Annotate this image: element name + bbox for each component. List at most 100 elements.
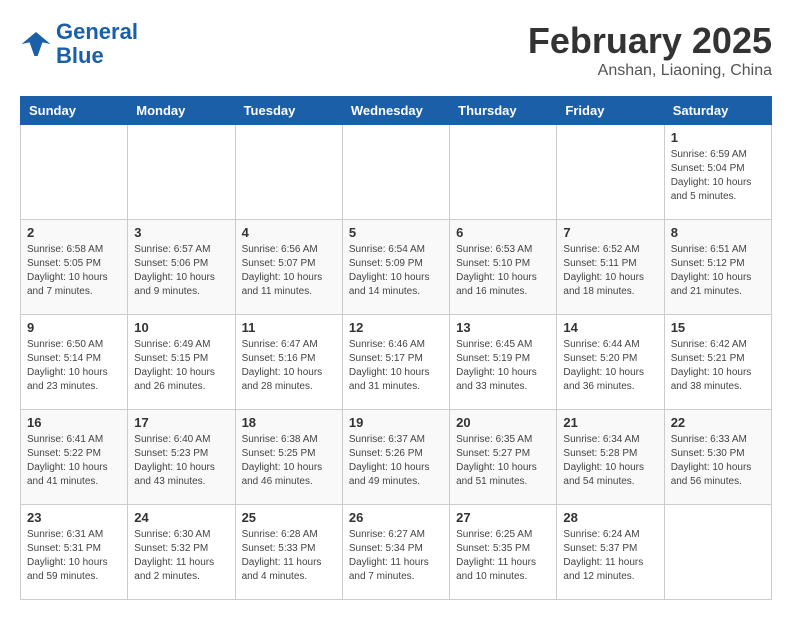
day-number: 25 [242, 510, 336, 525]
calendar-day-cell: 25 Sunrise: 6:28 AM Sunset: 5:33 PM Dayli… [235, 505, 342, 600]
calendar-day-cell: 7 Sunrise: 6:52 AM Sunset: 5:11 PM Daylig… [557, 220, 664, 315]
day-number: 20 [456, 415, 550, 430]
calendar-day-cell: 19 Sunrise: 6:37 AM Sunset: 5:26 PM Dayli… [342, 410, 449, 505]
calendar-day-cell: 22 Sunrise: 6:33 AM Sunset: 5:30 PM Dayli… [664, 410, 771, 505]
day-number: 27 [456, 510, 550, 525]
calendar-day-cell: 20 Sunrise: 6:35 AM Sunset: 5:27 PM Dayli… [450, 410, 557, 505]
day-info: Sunrise: 6:28 AM Sunset: 5:33 PM Dayligh… [242, 528, 336, 584]
day-number: 14 [563, 320, 657, 335]
day-number: 21 [563, 415, 657, 430]
calendar-table: SundayMondayTuesdayWednesdayThursdayFrid… [20, 96, 772, 600]
day-info: Sunrise: 6:42 AM Sunset: 5:21 PM Dayligh… [671, 338, 765, 394]
day-number: 3 [134, 225, 228, 240]
day-number: 1 [671, 130, 765, 145]
logo-general: General [56, 19, 138, 44]
weekday-header: Wednesday [342, 97, 449, 125]
day-number: 9 [27, 320, 121, 335]
calendar-day-cell [664, 505, 771, 600]
day-info: Sunrise: 6:35 AM Sunset: 5:27 PM Dayligh… [456, 433, 550, 489]
calendar-day-cell: 13 Sunrise: 6:45 AM Sunset: 5:19 PM Dayli… [450, 315, 557, 410]
day-info: Sunrise: 6:49 AM Sunset: 5:15 PM Dayligh… [134, 338, 228, 394]
day-number: 22 [671, 415, 765, 430]
day-info: Sunrise: 6:34 AM Sunset: 5:28 PM Dayligh… [563, 433, 657, 489]
calendar-week-row: 2 Sunrise: 6:58 AM Sunset: 5:05 PM Daylig… [21, 220, 772, 315]
calendar-day-cell: 24Sunrise: 6:30 AM Sunset: 5:32 PM Dayli… [128, 505, 235, 600]
calendar-day-cell [128, 125, 235, 220]
calendar-day-cell: 5 Sunrise: 6:54 AM Sunset: 5:09 PM Daylig… [342, 220, 449, 315]
calendar-subtitle: Anshan, Liaoning, China [528, 62, 772, 80]
weekday-header: Sunday [21, 97, 128, 125]
weekday-header: Thursday [450, 97, 557, 125]
logo: General Blue [20, 20, 138, 68]
day-info: Sunrise: 6:54 AM Sunset: 5:09 PM Dayligh… [349, 243, 443, 299]
day-number: 19 [349, 415, 443, 430]
day-number: 18 [242, 415, 336, 430]
calendar-day-cell: 18 Sunrise: 6:38 AM Sunset: 5:25 PM Dayli… [235, 410, 342, 505]
calendar-day-cell: 3 Sunrise: 6:57 AM Sunset: 5:06 PM Daylig… [128, 220, 235, 315]
day-info: Sunrise: 6:41 AM Sunset: 5:22 PM Dayligh… [27, 433, 121, 489]
calendar-day-cell: 21 Sunrise: 6:34 AM Sunset: 5:28 PM Dayli… [557, 410, 664, 505]
weekday-header: Monday [128, 97, 235, 125]
day-info: Sunrise: 6:31 AM Sunset: 5:31 PM Dayligh… [27, 528, 121, 584]
day-number: 26 [349, 510, 443, 525]
day-number: 7 [563, 225, 657, 240]
day-info: Sunrise: 6:53 AM Sunset: 5:10 PM Dayligh… [456, 243, 550, 299]
day-number: 6 [456, 225, 550, 240]
day-number: 11 [242, 320, 336, 335]
day-number: 17 [134, 415, 228, 430]
calendar-week-row: 1 Sunrise: 6:59 AM Sunset: 5:04 PM Daylig… [21, 125, 772, 220]
day-info: Sunrise: 6:59 AM Sunset: 5:04 PM Dayligh… [671, 148, 765, 204]
day-number: 23 [27, 510, 121, 525]
title-area: February 2025 Anshan, Liaoning, China [528, 20, 772, 80]
day-info: Sunrise: 6:37 AM Sunset: 5:26 PM Dayligh… [349, 433, 443, 489]
logo-blue: Blue [56, 43, 104, 68]
day-number: 16 [27, 415, 121, 430]
calendar-day-cell: 9 Sunrise: 6:50 AM Sunset: 5:14 PM Daylig… [21, 315, 128, 410]
calendar-day-cell: 26 Sunrise: 6:27 AM Sunset: 5:34 PM Dayli… [342, 505, 449, 600]
calendar-week-row: 23 Sunrise: 6:31 AM Sunset: 5:31 PM Dayli… [21, 505, 772, 600]
calendar-day-cell: 2 Sunrise: 6:58 AM Sunset: 5:05 PM Daylig… [21, 220, 128, 315]
calendar-week-row: 9 Sunrise: 6:50 AM Sunset: 5:14 PM Daylig… [21, 315, 772, 410]
day-info: Sunrise: 6:25 AM Sunset: 5:35 PM Dayligh… [456, 528, 550, 584]
day-info: Sunrise: 6:47 AM Sunset: 5:16 PM Dayligh… [242, 338, 336, 394]
day-info: Sunrise: 6:57 AM Sunset: 5:06 PM Dayligh… [134, 243, 228, 299]
calendar-week-row: 16 Sunrise: 6:41 AM Sunset: 5:22 PM Dayli… [21, 410, 772, 505]
logo-bird-icon [20, 28, 52, 60]
day-info: Sunrise: 6:56 AM Sunset: 5:07 PM Dayligh… [242, 243, 336, 299]
calendar-day-cell: 12Sunrise: 6:46 AM Sunset: 5:17 PM Dayli… [342, 315, 449, 410]
calendar-day-cell [342, 125, 449, 220]
calendar-day-cell: 8Sunrise: 6:51 AM Sunset: 5:12 PM Daylig… [664, 220, 771, 315]
day-number: 4 [242, 225, 336, 240]
day-info: Sunrise: 6:30 AM Sunset: 5:32 PM Dayligh… [134, 528, 228, 584]
calendar-day-cell: 11 Sunrise: 6:47 AM Sunset: 5:16 PM Dayli… [235, 315, 342, 410]
day-info: Sunrise: 6:33 AM Sunset: 5:30 PM Dayligh… [671, 433, 765, 489]
day-info: Sunrise: 6:40 AM Sunset: 5:23 PM Dayligh… [134, 433, 228, 489]
calendar-day-cell: 15 Sunrise: 6:42 AM Sunset: 5:21 PM Dayli… [664, 315, 771, 410]
day-info: Sunrise: 6:44 AM Sunset: 5:20 PM Dayligh… [563, 338, 657, 394]
calendar-day-cell: 1 Sunrise: 6:59 AM Sunset: 5:04 PM Daylig… [664, 125, 771, 220]
day-info: Sunrise: 6:27 AM Sunset: 5:34 PM Dayligh… [349, 528, 443, 584]
day-info: Sunrise: 6:38 AM Sunset: 5:25 PM Dayligh… [242, 433, 336, 489]
calendar-day-cell: 14 Sunrise: 6:44 AM Sunset: 5:20 PM Dayli… [557, 315, 664, 410]
day-info: Sunrise: 6:52 AM Sunset: 5:11 PM Dayligh… [563, 243, 657, 299]
calendar-day-cell: 16 Sunrise: 6:41 AM Sunset: 5:22 PM Dayli… [21, 410, 128, 505]
day-number: 13 [456, 320, 550, 335]
calendar-day-cell [235, 125, 342, 220]
calendar-day-cell: 17 Sunrise: 6:40 AM Sunset: 5:23 PM Dayli… [128, 410, 235, 505]
day-number: 2 [27, 225, 121, 240]
calendar-day-cell: 10Sunrise: 6:49 AM Sunset: 5:15 PM Dayli… [128, 315, 235, 410]
day-info: Sunrise: 6:45 AM Sunset: 5:19 PM Dayligh… [456, 338, 550, 394]
calendar-day-cell: 28Sunrise: 6:24 AM Sunset: 5:37 PM Dayli… [557, 505, 664, 600]
day-info: Sunrise: 6:50 AM Sunset: 5:14 PM Dayligh… [27, 338, 121, 394]
header: General Blue February 2025 Anshan, Liaon… [20, 20, 772, 80]
calendar-day-cell: 23 Sunrise: 6:31 AM Sunset: 5:31 PM Dayli… [21, 505, 128, 600]
day-number: 5 [349, 225, 443, 240]
day-info: Sunrise: 6:58 AM Sunset: 5:05 PM Dayligh… [27, 243, 121, 299]
calendar-day-cell [450, 125, 557, 220]
day-info: Sunrise: 6:24 AM Sunset: 5:37 PM Dayligh… [563, 528, 657, 584]
calendar-day-cell: 27 Sunrise: 6:25 AM Sunset: 5:35 PM Dayli… [450, 505, 557, 600]
weekday-header: Saturday [664, 97, 771, 125]
weekday-header-row: SundayMondayTuesdayWednesdayThursdayFrid… [21, 97, 772, 125]
day-info: Sunrise: 6:51 AM Sunset: 5:12 PM Dayligh… [671, 243, 765, 299]
day-number: 15 [671, 320, 765, 335]
